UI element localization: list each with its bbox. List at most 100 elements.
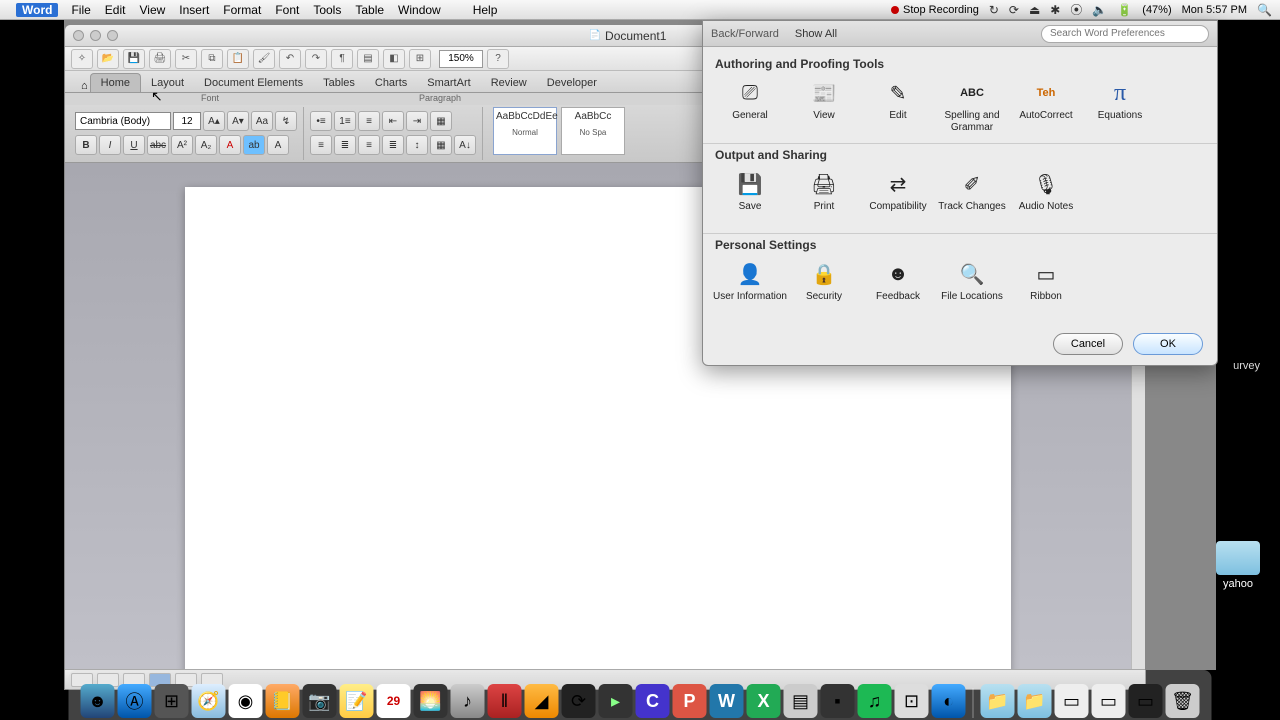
pref-compatibility[interactable]: ⇄Compatibility bbox=[861, 168, 935, 225]
increase-indent-button[interactable]: ⇥ bbox=[406, 111, 428, 131]
dock-itunes-icon[interactable]: ♪ bbox=[451, 684, 485, 718]
pref-general[interactable]: ⎚General bbox=[713, 77, 787, 135]
spotlight-icon[interactable]: 🔍 bbox=[1257, 3, 1272, 17]
sort-button[interactable]: A↓ bbox=[454, 135, 476, 155]
dock-iphoto-icon[interactable]: 🌅 bbox=[414, 684, 448, 718]
grow-font-button[interactable]: A▴ bbox=[203, 111, 225, 131]
show-all-button[interactable]: Show All bbox=[795, 28, 837, 40]
dock-word-icon[interactable]: W bbox=[710, 684, 744, 718]
dock-min3-icon[interactable]: ▭ bbox=[1129, 684, 1163, 718]
toolbox-button[interactable]: ◧ bbox=[383, 49, 405, 69]
battery-icon[interactable]: 🔋 bbox=[1117, 3, 1132, 17]
pref-file-locations[interactable]: 🔍File Locations bbox=[935, 258, 1009, 315]
dock-spotify-icon[interactable]: ♫ bbox=[858, 684, 892, 718]
pref-autocorrect[interactable]: TehAutoCorrect bbox=[1009, 77, 1083, 135]
dock-chrome-icon[interactable]: ◉ bbox=[229, 684, 263, 718]
menu-tools[interactable]: Tools bbox=[306, 3, 348, 17]
strikethrough-button[interactable]: abc bbox=[147, 135, 169, 155]
dock-timemachine-icon[interactable]: ⟳ bbox=[562, 684, 596, 718]
format-painter-button[interactable]: 🖌 bbox=[253, 49, 275, 69]
menu-insert[interactable]: Insert bbox=[172, 3, 216, 17]
dock-appstore-icon[interactable]: Ⓐ bbox=[118, 684, 152, 718]
zoom-input[interactable] bbox=[439, 50, 483, 68]
pref-feedback[interactable]: ☻Feedback bbox=[861, 258, 935, 315]
align-left-button[interactable]: ≡ bbox=[310, 135, 332, 155]
text-effects-button[interactable]: A bbox=[267, 135, 289, 155]
menu-help[interactable]: Help bbox=[466, 3, 505, 17]
save-button[interactable]: 💾 bbox=[123, 49, 145, 69]
prefs-search-input[interactable] bbox=[1041, 25, 1209, 43]
superscript-button[interactable]: A² bbox=[171, 135, 193, 155]
highlight-button[interactable]: ab bbox=[243, 135, 265, 155]
gallery-button[interactable]: ⊞ bbox=[409, 49, 431, 69]
menu-font[interactable]: Font bbox=[268, 3, 306, 17]
dock-adobe-icon[interactable]: ◢ bbox=[525, 684, 559, 718]
sync-icon[interactable]: ↻ bbox=[989, 3, 999, 17]
dock-folder1-icon[interactable]: 📁 bbox=[981, 684, 1015, 718]
cancel-button[interactable]: Cancel bbox=[1053, 333, 1123, 355]
desktop-folder-yahoo[interactable]: yahoo bbox=[1216, 541, 1260, 590]
timemachine-icon[interactable]: ⟳ bbox=[1009, 3, 1019, 17]
align-right-button[interactable]: ≡ bbox=[358, 135, 380, 155]
justify-button[interactable]: ≣ bbox=[382, 135, 404, 155]
pref-track-changes[interactable]: ✐Track Changes bbox=[935, 168, 1009, 225]
dock-missioncontrol-icon[interactable]: ⊞ bbox=[155, 684, 189, 718]
menu-view[interactable]: View bbox=[132, 3, 172, 17]
redo-button[interactable]: ↷ bbox=[305, 49, 327, 69]
zoom-icon[interactable] bbox=[107, 30, 118, 41]
pref-view[interactable]: 📰View bbox=[787, 77, 861, 135]
change-case-button[interactable]: Aa bbox=[251, 111, 273, 131]
dock-stickies-icon[interactable]: 📝 bbox=[340, 684, 374, 718]
wifi-icon[interactable]: ⦿ bbox=[1070, 1, 1082, 18]
decrease-indent-button[interactable]: ⇤ bbox=[382, 111, 404, 131]
dock-app2-icon[interactable]: ⊡ bbox=[895, 684, 929, 718]
dock-contacts-icon[interactable]: 📒 bbox=[266, 684, 300, 718]
copy-button[interactable]: ⧉ bbox=[201, 49, 223, 69]
bullets-button[interactable]: •≡ bbox=[310, 111, 332, 131]
dock-powerpoint-icon[interactable]: P bbox=[673, 684, 707, 718]
subscript-button[interactable]: A₂ bbox=[195, 135, 217, 155]
clock[interactable]: Mon 5:57 PM bbox=[1182, 4, 1247, 16]
dock-folder2-icon[interactable]: 📁 bbox=[1018, 684, 1052, 718]
align-center-button[interactable]: ≣ bbox=[334, 135, 356, 155]
menu-edit[interactable]: Edit bbox=[98, 3, 133, 17]
minimize-icon[interactable] bbox=[90, 30, 101, 41]
volume-icon[interactable]: 🔈 bbox=[1092, 3, 1107, 17]
pref-ribbon[interactable]: ▭Ribbon bbox=[1009, 258, 1083, 315]
style-no-spacing[interactable]: AaBbCc No Spa bbox=[561, 107, 625, 155]
show-button[interactable]: ¶ bbox=[331, 49, 353, 69]
back-forward-button[interactable]: Back/Forward bbox=[711, 28, 779, 40]
stop-recording-button[interactable]: Stop Recording bbox=[891, 4, 979, 16]
style-normal[interactable]: AaBbCcDdEe Normal bbox=[493, 107, 557, 155]
pref-print[interactable]: 🖨Print bbox=[787, 168, 861, 225]
dock-app3-icon[interactable]: ◐ bbox=[932, 684, 966, 718]
font-color-button[interactable]: A bbox=[219, 135, 241, 155]
dock-trash-icon[interactable]: 🗑 bbox=[1166, 684, 1200, 718]
borders-button[interactable]: ▦ bbox=[430, 111, 452, 131]
dock-excel-icon[interactable]: X bbox=[747, 684, 781, 718]
dock-min1-icon[interactable]: ▭ bbox=[1055, 684, 1089, 718]
pref-save[interactable]: 💾Save bbox=[713, 168, 787, 225]
home-icon[interactable]: ⌂ bbox=[81, 80, 88, 92]
ok-button[interactable]: OK bbox=[1133, 333, 1203, 355]
tab-review[interactable]: Review bbox=[481, 74, 537, 92]
tab-home[interactable]: Home bbox=[90, 73, 141, 92]
traffic-lights[interactable] bbox=[73, 30, 118, 41]
dock-min2-icon[interactable]: ▭ bbox=[1092, 684, 1126, 718]
underline-button[interactable]: U bbox=[123, 135, 145, 155]
tab-tables[interactable]: Tables bbox=[313, 74, 365, 92]
menu-file[interactable]: File bbox=[64, 3, 97, 17]
clear-format-button[interactable]: ↯ bbox=[275, 111, 297, 131]
font-name-input[interactable] bbox=[75, 112, 171, 130]
undo-button[interactable]: ↶ bbox=[279, 49, 301, 69]
pref-audio-notes[interactable]: 🎙Audio Notes bbox=[1009, 168, 1083, 225]
pref-edit[interactable]: ✎Edit bbox=[861, 77, 935, 135]
numbering-button[interactable]: 1≡ bbox=[334, 111, 356, 131]
open-button[interactable]: 📂 bbox=[97, 49, 119, 69]
tab-charts[interactable]: Charts bbox=[365, 74, 417, 92]
pref-spelling[interactable]: ABCSpelling and Grammar bbox=[935, 77, 1009, 135]
font-size-input[interactable] bbox=[173, 112, 201, 130]
cut-button[interactable]: ✂ bbox=[175, 49, 197, 69]
tab-document-elements[interactable]: Document Elements bbox=[194, 74, 313, 92]
tab-developer[interactable]: Developer bbox=[537, 74, 607, 92]
